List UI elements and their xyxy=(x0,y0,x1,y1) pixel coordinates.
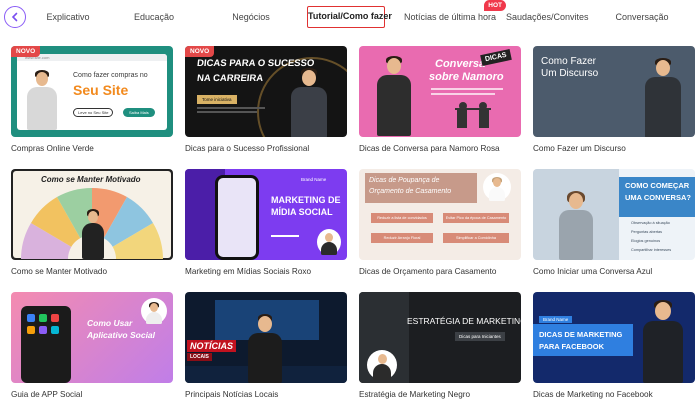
thumb-title-1: COMO COMEÇAR xyxy=(625,181,690,190)
back-button[interactable] xyxy=(4,6,26,28)
template-title[interactable]: Dicas de Conversa para Namoro Rosa xyxy=(359,144,521,153)
thumb-item: Observação à situação xyxy=(631,221,670,225)
template-title[interactable]: Como Iniciar uma Conversa Azul xyxy=(533,267,695,276)
template-title[interactable]: Compras Online Verde xyxy=(11,144,173,153)
thumb-item: Reduzir a lista de convidados xyxy=(371,213,433,223)
tab-noticias-label: Notícias de última hora xyxy=(404,12,497,22)
template-title[interactable]: Como se Manter Motivado xyxy=(11,267,173,276)
presenter xyxy=(247,314,283,383)
presenter xyxy=(321,233,337,255)
template-thumbnail[interactable]: Brand Name MARKETING DE MÍDIA SOCIAL xyxy=(185,169,347,260)
template-card[interactable]: Brand Name MARKETING DE MÍDIA SOCIAL Mar… xyxy=(185,169,347,276)
template-thumbnail[interactable]: Como Fazer Um Discurso xyxy=(533,46,695,137)
thumb-title-2: NA CARREIRA xyxy=(196,73,264,84)
presenter xyxy=(289,68,329,137)
thumb-title-1: Dicas de Poupança de xyxy=(369,177,440,184)
template-title[interactable]: Dicas para o Sucesso Profissional xyxy=(185,144,347,153)
template-thumbnail[interactable]: ESTRATÉGIA DE MARKETING Dicas para Inici… xyxy=(359,292,521,383)
thumb-title-2: sobre Namoro xyxy=(429,71,504,83)
thumb-title-1: NOTÍCIAS xyxy=(187,340,237,352)
tab-explicativo[interactable]: Explicativo xyxy=(36,6,100,28)
thumb-tag: Tome iniciativa xyxy=(197,95,237,104)
novo-badge: NOVO xyxy=(185,46,215,57)
tab-conversacao[interactable]: Conversação xyxy=(610,6,674,28)
presenter xyxy=(643,58,683,137)
hot-badge: HOT xyxy=(484,0,506,11)
template-title[interactable]: Guia de APP Social xyxy=(11,390,173,399)
tab-saudacoes[interactable]: Saudações/Convites xyxy=(506,6,589,28)
template-thumbnail[interactable]: Brand Name DICAS DE MARKETING PARA FACEB… xyxy=(533,292,695,383)
template-title[interactable]: Dicas de Marketing no Facebook xyxy=(533,390,695,399)
thumb-title-1: ESTRATÉGIA DE MARKETING xyxy=(407,316,521,326)
thumb-title-2: Um Discurso xyxy=(541,68,599,79)
template-card[interactable]: NOTÍCIAS LOCAIS Principais Notícias Loca… xyxy=(185,292,347,399)
template-card[interactable]: Brand Name DICAS DE MARKETING PARA FACEB… xyxy=(533,292,695,399)
template-title[interactable]: Estratégia de Marketing Negro xyxy=(359,390,521,399)
template-thumbnail[interactable]: Dicas de Poupança de Orçamento de Casame… xyxy=(359,169,521,260)
thumb-title-2: UMA CONVERSA? xyxy=(625,193,691,202)
thumb-title-2: MÍDIA SOCIAL xyxy=(271,207,333,217)
presenter xyxy=(373,354,391,380)
template-card[interactable]: Como Fazer Um Discurso Como Fazer um Dis… xyxy=(533,46,695,153)
thumb-title-2: Aplicativo Social xyxy=(87,330,156,340)
presenter xyxy=(81,209,105,259)
presenter xyxy=(146,302,162,324)
presenter xyxy=(641,300,685,383)
thumb-title-2: Seu Site xyxy=(73,82,129,98)
template-thumbnail[interactable]: Como Usar Aplicativo Social xyxy=(11,292,173,383)
thumb-title-1: Como se Manter Motivado xyxy=(41,175,141,184)
template-card[interactable]: Conversa sobre Namoro DICAS Dicas de Con… xyxy=(359,46,521,153)
category-tab-bar: Explicativo Educação Negócios Tutorial/C… xyxy=(0,0,700,36)
template-thumbnail[interactable]: COMO COMEÇAR UMA CONVERSA? Observação à … xyxy=(533,169,695,260)
thumb-brand: Brand Name xyxy=(539,316,573,323)
template-card[interactable]: NOVO www.site.com Como fazer compras no … xyxy=(11,46,173,153)
template-card[interactable]: Dicas de Poupança de Orçamento de Casame… xyxy=(359,169,521,276)
template-card[interactable]: COMO COMEÇAR UMA CONVERSA? Observação à … xyxy=(533,169,695,276)
template-thumbnail[interactable]: NOVO DICAS PARA O SUCESSO NA CARREIRA To… xyxy=(185,46,347,137)
novo-badge: NOVO xyxy=(11,46,41,57)
thumb-title-1: DICAS DE MARKETING xyxy=(539,330,623,339)
tab-tutorial-como-fazer[interactable]: Tutorial/Como fazer xyxy=(307,6,392,28)
presenter xyxy=(489,177,505,201)
template-card[interactable]: Como Usar Aplicativo Social Guia de APP … xyxy=(11,292,173,399)
thumb-title-1: Conversa xyxy=(435,58,486,70)
thumb-title-1: Como fazer compras no xyxy=(73,72,148,79)
thumb-item: Evitar Pico da época de Casamento xyxy=(443,213,509,223)
thumb-item: Perguntas abertas xyxy=(631,230,663,234)
chevron-left-icon xyxy=(11,12,18,22)
thumb-tag: Dicas para Iniciantes xyxy=(455,332,505,341)
thumb-item: Compartilhar interesses xyxy=(631,248,672,252)
presenter xyxy=(375,56,413,136)
thumb-title-2: Orçamento de Casamento xyxy=(369,188,452,195)
template-title[interactable]: Como Fazer um Discurso xyxy=(533,144,695,153)
thumb-item: Elogios genuínos xyxy=(631,239,661,243)
thumb-title-2: PARA FACEBOOK xyxy=(539,342,605,351)
tab-noticias[interactable]: Notícias de última hora HOT xyxy=(404,0,506,28)
presenter xyxy=(25,70,59,130)
template-card[interactable]: ESTRATÉGIA DE MARKETING Dicas para Inici… xyxy=(359,292,521,399)
template-title[interactable]: Marketing em Mídias Sociais Roxo xyxy=(185,267,347,276)
thumb-btn-2: Saiba Mais xyxy=(123,108,155,117)
thumb-btn-1: Leve no Seu Site xyxy=(73,108,114,117)
template-thumbnail[interactable]: NOTÍCIAS LOCAIS xyxy=(185,292,347,383)
presenter xyxy=(557,191,595,260)
thumb-item: Simplificar a Comidinha xyxy=(443,233,509,243)
tab-negocios[interactable]: Negócios xyxy=(226,6,276,28)
template-thumbnail[interactable]: NOVO www.site.com Como fazer compras no … xyxy=(11,46,173,137)
thumb-title-1: MARKETING DE xyxy=(271,195,341,205)
thumb-title-2: LOCAIS xyxy=(187,353,212,361)
template-card[interactable]: NOVO DICAS PARA O SUCESSO NA CARREIRA To… xyxy=(185,46,347,153)
thumb-brand: Brand Name xyxy=(301,177,327,182)
template-thumbnail[interactable]: Como se Manter Motivado xyxy=(11,169,173,260)
thumb-item: Reduzir Arranjo Floral xyxy=(371,233,433,243)
thumb-title-1: Como Usar xyxy=(87,318,133,328)
thumb-tag: DICAS xyxy=(480,49,512,66)
template-title[interactable]: Principais Notícias Locais xyxy=(185,390,347,399)
template-card[interactable]: Como se Manter Motivado Como se Manter M… xyxy=(11,169,173,276)
template-title[interactable]: Dicas de Orçamento para Casamento xyxy=(359,267,521,276)
template-thumbnail[interactable]: Conversa sobre Namoro DICAS xyxy=(359,46,521,137)
tab-educacao[interactable]: Educação xyxy=(129,6,179,28)
thumb-title-1: Como Fazer xyxy=(541,56,597,67)
